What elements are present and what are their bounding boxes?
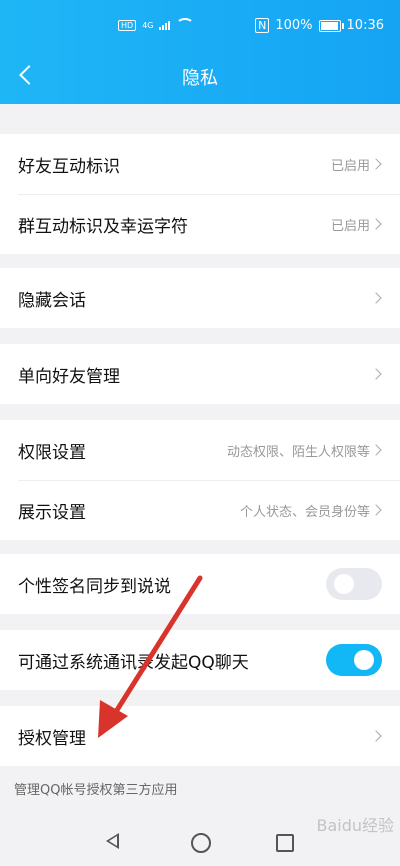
battery-percent: 100% xyxy=(275,18,313,33)
setting-friend-interaction[interactable]: 好友互动标识 已启用 xyxy=(0,134,400,194)
chevron-right-icon xyxy=(370,292,382,304)
setting-label: 权限设置 xyxy=(18,442,86,463)
nfc-icon: N xyxy=(255,18,270,33)
setting-label: 个性签名同步到说说 xyxy=(18,576,171,597)
setting-label: 授权管理 xyxy=(18,728,86,749)
setting-value: 已启用 xyxy=(330,218,370,234)
battery-icon xyxy=(318,19,344,32)
chevron-right-icon xyxy=(370,368,382,380)
wifi-icon xyxy=(176,18,195,32)
setting-label: 群互动标识及幸运字符 xyxy=(18,216,188,237)
signal-icon xyxy=(159,20,171,30)
auth-manage-description: 管理QQ帐号授权第三方应用 xyxy=(0,766,400,810)
chevron-right-icon xyxy=(370,444,382,456)
setting-value: 个人状态、会员身份等 xyxy=(239,504,370,520)
app-header: HD 4G N 100% 10:36 隐私 xyxy=(0,0,400,104)
setting-label: 可通过系统通讯录发起QQ聊天 xyxy=(18,652,249,673)
nav-back-icon[interactable] xyxy=(106,833,119,849)
nav-home-icon[interactable] xyxy=(191,833,211,853)
nav-recent-apps-icon[interactable] xyxy=(276,834,294,852)
page-title: 隐私 xyxy=(182,68,218,89)
watermark: Baidu经验 xyxy=(316,816,394,835)
setting-auth-manage[interactable]: 授权管理 xyxy=(0,706,400,766)
signal-label: 4G xyxy=(142,20,154,30)
hd-badge: HD xyxy=(118,19,137,31)
clock: 10:36 xyxy=(346,18,384,33)
setting-permission[interactable]: 权限设置 动态权限、陌生人权限等 xyxy=(0,420,400,480)
privacy-settings-list: 好友互动标识 已启用 群互动标识及幸运字符 已启用 隐藏会话 单向好友管理 权限… xyxy=(0,104,400,810)
setting-label: 好友互动标识 xyxy=(18,156,120,177)
setting-group-interaction[interactable]: 群互动标识及幸运字符 已启用 xyxy=(0,194,400,254)
setting-contacts-qq: 可通过系统通讯录发起QQ聊天 xyxy=(0,630,400,690)
setting-value: 动态权限、陌生人权限等 xyxy=(226,444,370,460)
chevron-right-icon xyxy=(370,504,382,516)
chevron-right-icon xyxy=(370,730,382,742)
contacts-qq-toggle[interactable] xyxy=(326,644,382,676)
setting-oneway-friend[interactable]: 单向好友管理 xyxy=(0,344,400,404)
chevron-right-icon xyxy=(370,218,382,230)
toggle-knob xyxy=(334,574,354,594)
setting-value: 已启用 xyxy=(330,158,370,174)
setting-signature-sync: 个性签名同步到说说 xyxy=(0,554,400,614)
status-bar: HD 4G N 100% 10:36 xyxy=(0,18,400,40)
setting-display[interactable]: 展示设置 个人状态、会员身份等 xyxy=(0,480,400,540)
setting-label: 展示设置 xyxy=(18,502,86,523)
setting-label: 隐藏会话 xyxy=(18,290,86,311)
toggle-knob xyxy=(354,650,374,670)
chevron-right-icon xyxy=(370,158,382,170)
signature-sync-toggle[interactable] xyxy=(326,568,382,600)
setting-hidden-chat[interactable]: 隐藏会话 xyxy=(0,268,400,328)
setting-label: 单向好友管理 xyxy=(18,366,120,387)
